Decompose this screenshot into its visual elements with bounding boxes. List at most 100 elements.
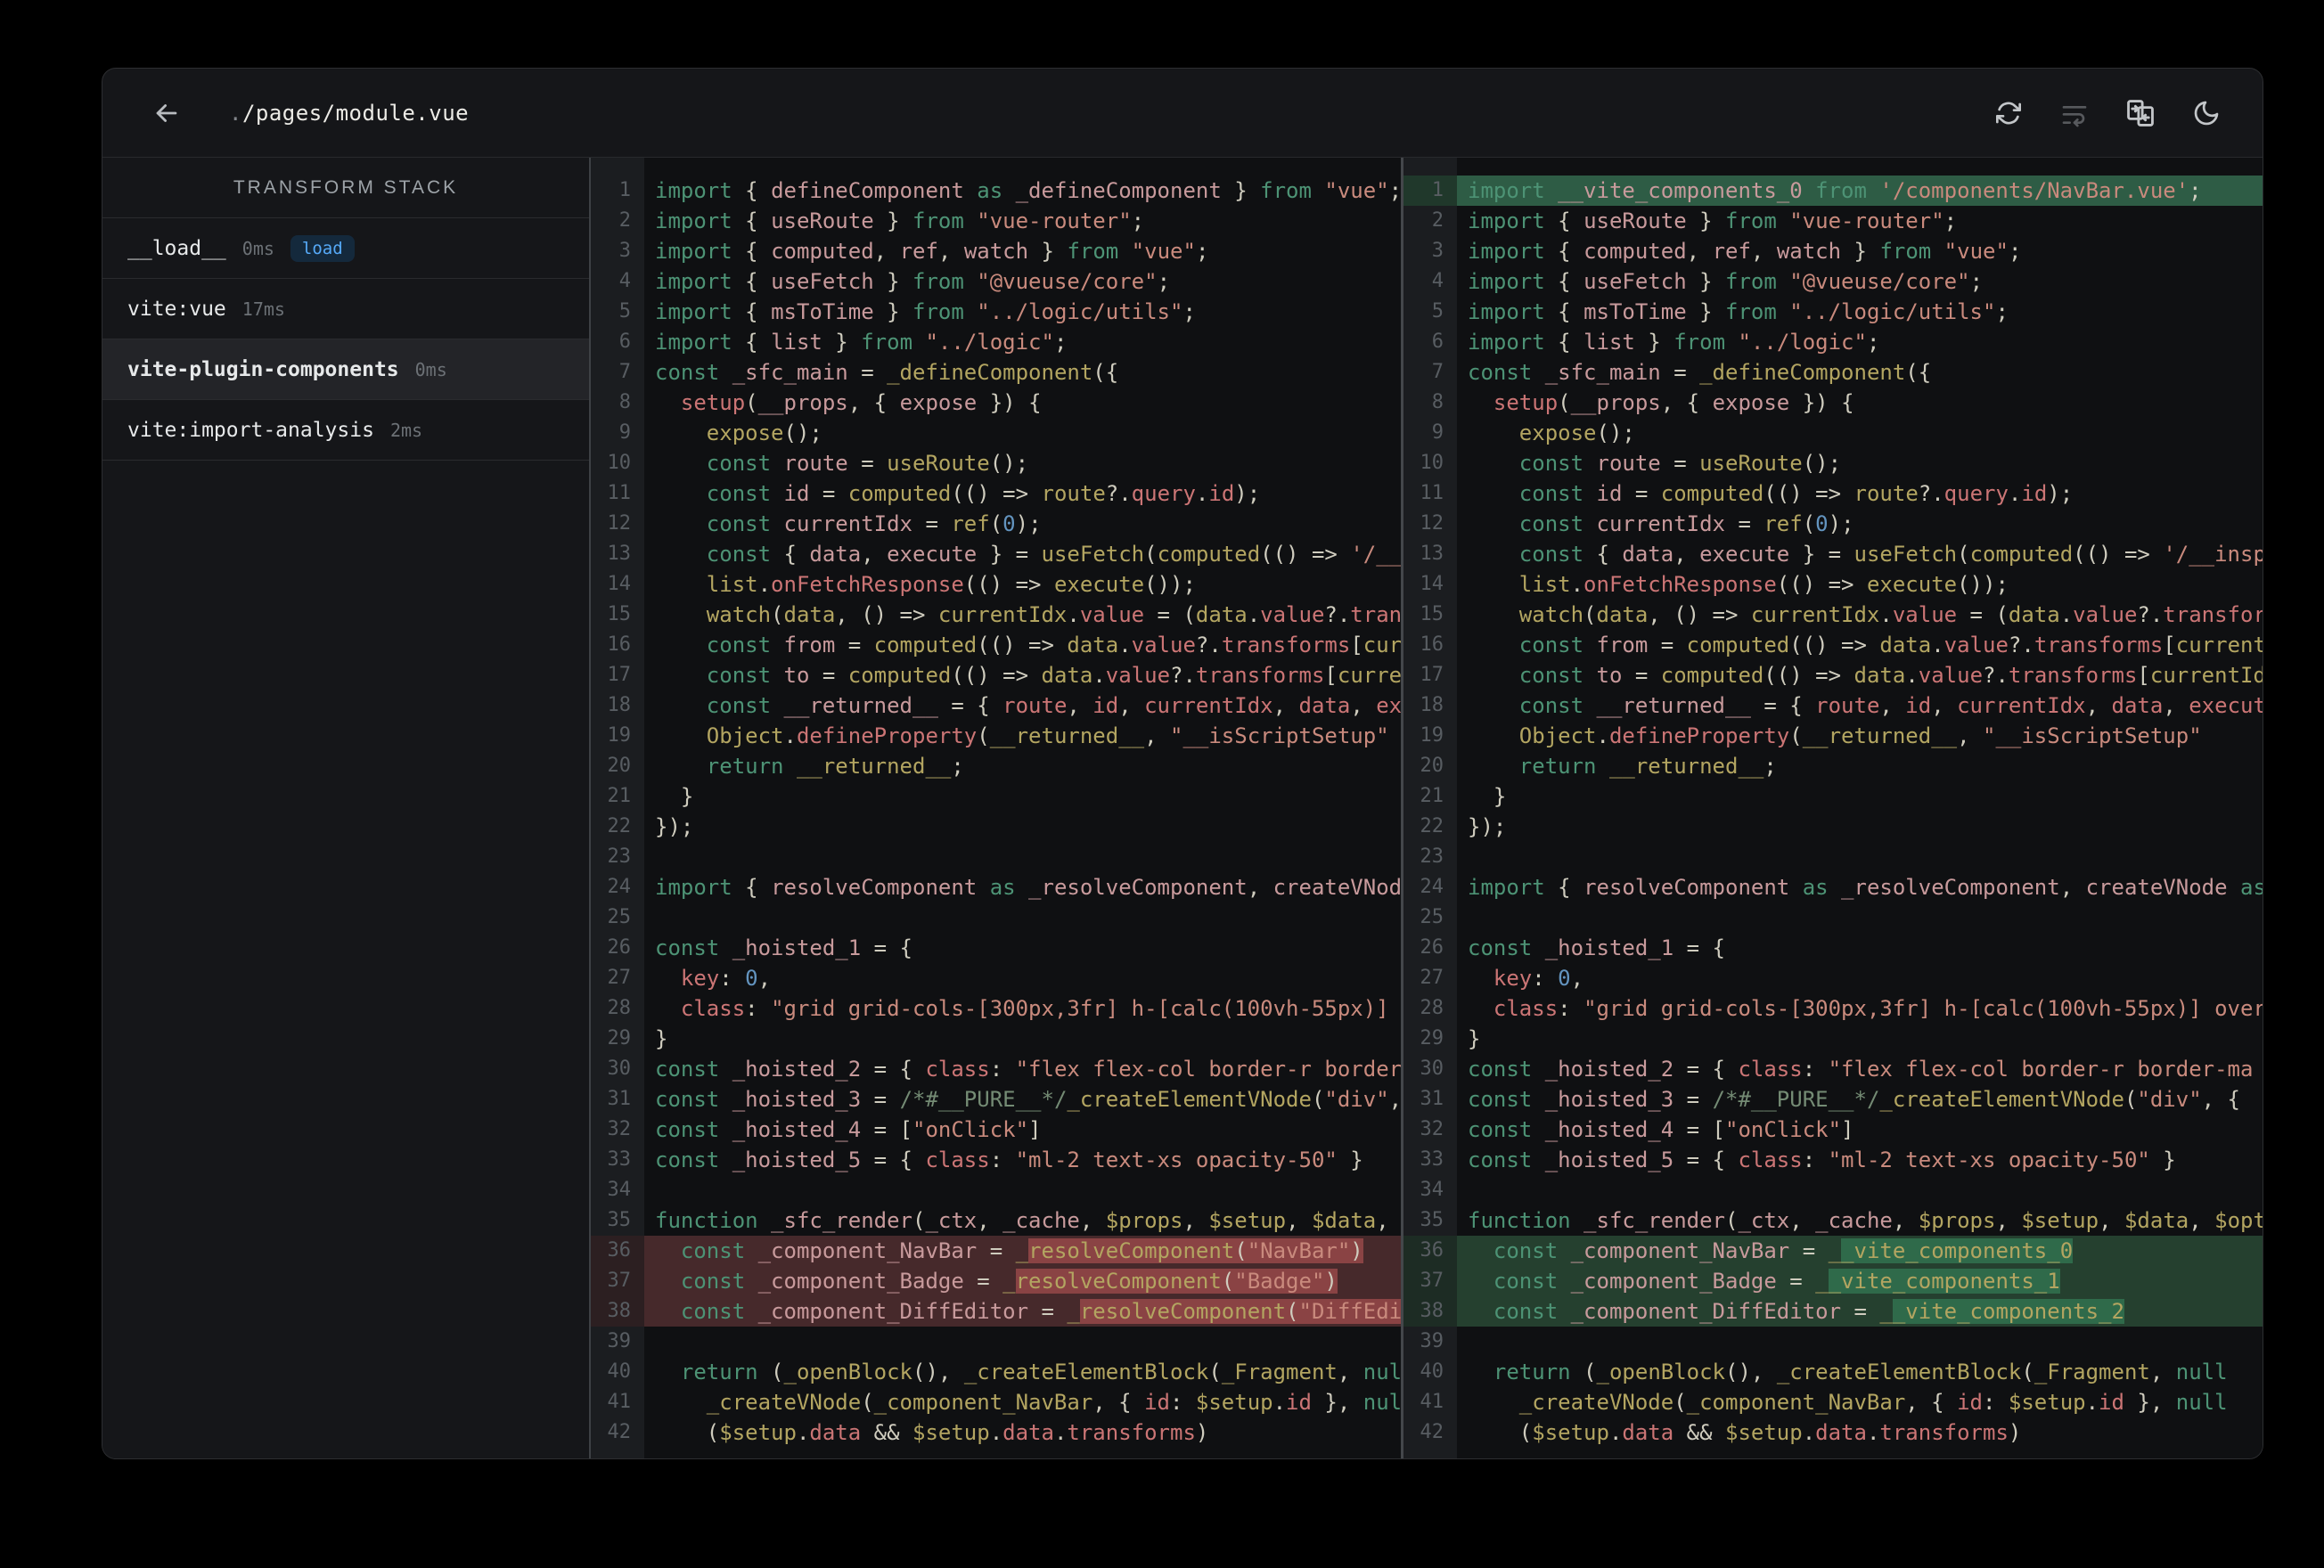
refresh-icon [1996,102,2021,124]
code-text: const __returned__ = { route, id, curren… [1518,693,2263,718]
code-text: class: "grid grid-cols-[300px,3fr] h-[ca… [1493,996,2263,1021]
source-code-panel[interactable]: 1 import { defineComponent as _defineComp… [591,158,1403,1458]
file-title-path: /pages/module.vue [241,100,470,126]
wrap-lines-button[interactable] [2059,98,2090,128]
plugin-time: 17ms [241,298,285,320]
code-text: const currentIdx = ref(0); [706,511,1042,536]
code-line: 41 _createVNode(_component_NavBar, { id:… [591,1387,1402,1417]
code-text: }); [655,814,694,839]
line-number: 41 [607,1391,632,1413]
code-line: 32 const _hoisted_4 = ["onClick"] [1403,1115,2263,1145]
code-text: } [1468,784,1507,809]
code-line: 28 class: "grid grid-cols-[300px,3fr] h-… [591,993,1401,1024]
diff-panels-button[interactable] [2125,98,2156,128]
code-line: 23 [591,842,1401,872]
code-line: 20 return __returned__; [591,751,1401,781]
app-window: ./pages/module.vue TRANSFORM STACK __loa… [102,68,2263,1459]
code-text: watch(data, () => currentIdx.value = (da… [706,602,1401,627]
line-number: 13 [607,543,632,565]
line-number: 30 [607,1058,632,1080]
line-number: 9 [1431,421,1444,444]
line-number: 15 [1420,603,1444,625]
sidebar-item-vite-vue[interactable]: vite:vue 17ms [102,279,589,339]
code-text: const route = useRoute(); [706,451,1029,476]
line-number: 40 [607,1360,632,1383]
line-number: 6 [618,331,631,353]
line-number: 5 [618,300,631,323]
refresh-button[interactable] [1993,98,2024,128]
code-text: const from = computed(() => data.value?.… [706,633,1401,657]
toolbar [1993,98,2222,128]
line-number: 38 [591,1296,644,1327]
line-number: 36 [1403,1236,1457,1266]
code-line: 6 import { list } from "../logic"; [591,327,1401,357]
code-line: 24 import { resolveComponent as _resolveC… [591,872,1402,902]
code-text: return __returned__; [1518,754,1777,779]
code-line: 3 import { computed, ref, watch } from "v… [591,236,1401,266]
line-number: 8 [1431,391,1444,413]
code-line: 5 import { msToTime } from "../logic/util… [591,297,1401,327]
code-line: 32 const _hoisted_4 = ["onClick"] [591,1115,1401,1145]
plugin-time: 0ms [414,358,447,380]
code-line: 12 const currentIdx = ref(0); [1403,509,2263,539]
code-text: expose(); [706,421,822,445]
line-number: 40 [1420,1360,1444,1383]
line-number: 27 [607,967,632,989]
line-number: 42 [1420,1421,1444,1443]
code-line: 7 const _sfc_main = _defineComponent({ [1403,357,2263,388]
code-text: import { resolveComponent as _resolveCom… [655,875,1401,900]
code-text: expose(); [1518,421,1635,445]
back-button[interactable] [149,95,184,131]
code-text: import { msToTime } from "../logic/utils… [1468,299,2009,324]
code-text: setup(__props, { expose }) { [680,390,1042,415]
code-line: 8 setup(__props, { expose }) { [1403,388,2263,418]
code-text: key: 0, [680,966,772,991]
line-number: 36 [591,1236,644,1266]
code-line: 41 _createVNode(_component_NavBar, { id:… [1403,1387,2263,1417]
code-line: 4 import { useFetch } from "@vueuse/core"… [1403,266,2263,297]
code-line: 35 function _sfc_render(_ctx, _cache, $pr… [1403,1205,2263,1236]
code-line: 5 import { msToTime } from "../logic/util… [1403,297,2263,327]
code-line: 37 const _component_Badge = __vite_compo… [1403,1266,2263,1296]
code-text: const _component_DiffEditor = __vite_com… [1457,1296,2263,1327]
code-text: import { useRoute } from "vue-router"; [655,208,1145,233]
code-text: function _sfc_render(_ctx, _cache, $prop… [1468,1208,2263,1233]
transformed-code-panel[interactable]: 1 import __vite_components_0 from '/compo… [1403,158,2263,1458]
code-text: import { useFetch } from "@vueuse/core"; [655,269,1171,294]
code-line: 22}); [591,812,1401,842]
sidebar-item-load[interactable]: __load__ 0ms load [102,218,589,279]
code-line: 38 const _component_DiffEditor = _resolv… [591,1296,1401,1327]
code-text: Object.defineProperty(__returned__, "__i… [706,723,1389,748]
code-text: return __returned__; [706,754,964,779]
plugin-time: 2ms [389,419,423,441]
line-number: 26 [1420,936,1444,959]
sidebar-item-vite-import-analysis[interactable]: vite:import-analysis 2ms [102,400,589,461]
code-text: const _hoisted_3 = /*#__PURE__*/_createE… [655,1087,1401,1112]
line-number: 16 [607,633,632,656]
code-line: 42 ($setup.data && $setup.data.transform… [1403,1417,2263,1448]
code-line: 9 expose(); [591,418,1401,448]
line-number: 7 [618,361,631,383]
line-number: 15 [607,603,632,625]
code-line: 10 const route = useRoute(); [591,448,1401,478]
line-number: 28 [1420,997,1444,1019]
code-line: 4 import { useFetch } from "@vueuse/core"… [591,266,1401,297]
sidebar-item-vite-plugin-components[interactable]: vite-plugin-components 0ms [102,339,589,400]
line-number: 31 [1420,1088,1444,1110]
theme-toggle-button[interactable] [2191,98,2222,128]
plugin-name: vite-plugin-components [127,357,399,381]
code-text: const _component_DiffEditor = _resolveCo… [644,1296,1401,1327]
code-text: const _hoisted_2 = { class: "flex flex-c… [1468,1057,2254,1082]
code-text: import { list } from "../logic"; [655,330,1068,355]
code-line: 27 key: 0, [1403,963,2263,993]
line-number: 18 [607,694,632,716]
code-text: } [655,784,694,809]
code-line: 13 const { data, execute } = useFetch(co… [1403,539,2263,569]
code-line: 10 const route = useRoute(); [1403,448,2263,478]
code-line: 14 list.onFetchResponse(() => execute())… [1403,569,2263,600]
code-line: 22}); [1403,812,2263,842]
moon-icon [2194,101,2219,125]
